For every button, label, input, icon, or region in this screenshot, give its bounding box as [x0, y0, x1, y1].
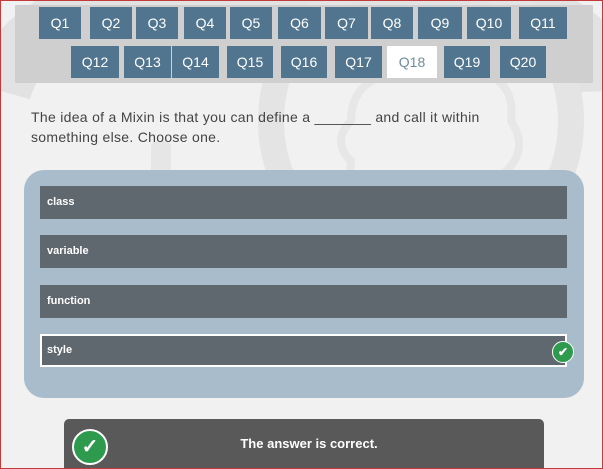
nav-button-q2[interactable]: Q2 — [90, 7, 132, 39]
nav-button-q17[interactable]: Q17 — [335, 46, 382, 78]
quiz-window: Q1 Q2 Q3 Q4 Q5 Q6 Q7 Q8 Q9 Q10 Q11 Q12 Q13 Q14 Q15 Q16… — [0, 0, 603, 469]
nav-button-q1[interactable]: Q1 — [39, 7, 81, 39]
nav-button-q11[interactable]: Q11 — [519, 7, 567, 39]
question-text: The idea of a Mixin is that you can defi… — [31, 109, 480, 145]
result-banner: ✓ The answer is correct. — [64, 419, 544, 468]
nav-button-q9[interactable]: Q9 — [418, 7, 462, 39]
nav-button-q20[interactable]: Q20 — [500, 46, 546, 78]
nav-button-q12[interactable]: Q12 — [71, 46, 119, 78]
option-variable[interactable]: variable — [40, 235, 567, 268]
answer-options-panel: class variable function style ✔ — [24, 170, 584, 398]
nav-button-q5[interactable]: Q5 — [230, 7, 272, 39]
result-message: The answer is correct. — [240, 436, 378, 451]
option-class[interactable]: class — [40, 186, 567, 219]
nav-button-q7[interactable]: Q7 — [325, 7, 368, 39]
check-icon: ✔ — [552, 341, 574, 363]
nav-button-q8[interactable]: Q8 — [371, 7, 413, 39]
nav-button-q19[interactable]: Q19 — [444, 46, 490, 78]
option-function[interactable]: function — [40, 285, 567, 318]
nav-button-q15[interactable]: Q15 — [227, 46, 273, 78]
option-style-label: style — [47, 344, 73, 356]
nav-button-q16[interactable]: Q16 — [281, 46, 327, 78]
option-style[interactable]: style ✔ — [40, 334, 574, 367]
nav-button-q3[interactable]: Q3 — [136, 7, 178, 39]
nav-button-q18[interactable]: Q18 — [387, 46, 437, 78]
question-navigation: Q1 Q2 Q3 Q4 Q5 Q6 Q7 Q8 Q9 Q10 Q11 Q12 Q13 Q14 Q15 Q16… — [15, 5, 593, 83]
nav-button-q10[interactable]: Q10 — [467, 7, 511, 39]
nav-button-q13[interactable]: Q13 — [124, 46, 171, 78]
nav-button-q4[interactable]: Q4 — [184, 7, 226, 39]
nav-button-q6[interactable]: Q6 — [278, 7, 321, 39]
nav-button-q14[interactable]: Q14 — [172, 46, 219, 78]
